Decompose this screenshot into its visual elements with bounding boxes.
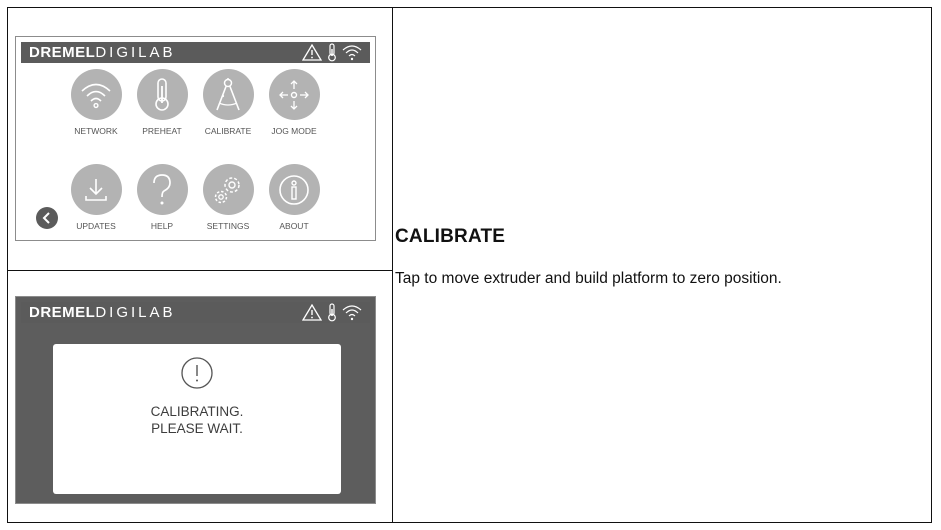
thermometer-icon — [155, 77, 169, 111]
warning-icon — [302, 44, 322, 61]
menu-screen: DREMELDIGILAB NETWORK PREHEAT CALIBRATE … — [15, 36, 376, 241]
updates-tile[interactable]: UPDATES — [60, 164, 132, 231]
section-body: Tap to move extruder and build platform … — [395, 270, 782, 287]
back-button[interactable] — [36, 207, 58, 229]
chevron-left-icon — [42, 212, 50, 224]
jog-mode-tile[interactable]: JOG MODE — [258, 69, 330, 136]
calibrating-screen: DREMELDIGILAB CALIBRATING. PLEASE WAIT. — [15, 296, 376, 504]
wifi-icon — [342, 305, 362, 321]
status-bar: DREMELDIGILAB — [21, 302, 370, 323]
about-tile[interactable]: ABOUT — [258, 164, 330, 231]
preheat-tile[interactable]: PREHEAT — [126, 69, 198, 136]
alert-circle-icon — [181, 357, 213, 389]
wifi-icon — [342, 45, 362, 61]
settings-tile[interactable]: SETTINGS — [192, 164, 264, 231]
info-icon — [279, 174, 309, 205]
thermometer-icon — [328, 303, 336, 322]
calibrate-tile[interactable]: CALIBRATE — [192, 69, 264, 136]
move-arrows-icon — [279, 79, 309, 110]
warning-icon — [302, 304, 322, 321]
thermometer-icon — [328, 43, 336, 62]
brand-logo: DREMELDIGILAB — [29, 304, 176, 321]
help-tile[interactable]: HELP — [126, 164, 198, 231]
compass-icon — [216, 77, 240, 110]
gears-icon — [214, 176, 240, 203]
question-icon — [153, 173, 171, 204]
section-heading: CALIBRATE — [395, 226, 506, 247]
download-icon — [85, 178, 107, 201]
brand-logo: DREMELDIGILAB — [29, 44, 176, 61]
dialog-message: CALIBRATING. PLEASE WAIT. — [150, 404, 244, 436]
calibrating-dialog: CALIBRATING. PLEASE WAIT. — [53, 344, 341, 494]
horizontal-divider — [8, 270, 392, 271]
network-tile[interactable]: NETWORK — [60, 69, 132, 136]
status-bar: DREMELDIGILAB — [21, 42, 370, 63]
wifi-icon — [81, 83, 111, 108]
vertical-divider — [392, 8, 393, 522]
